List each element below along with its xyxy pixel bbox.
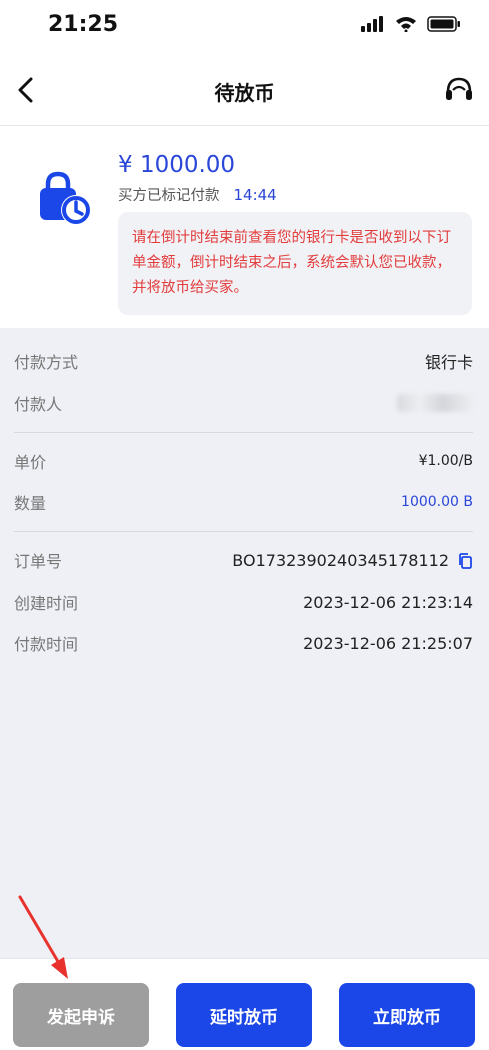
payment-status-line: 买方已标记付款 14:44 (118, 184, 277, 205)
divider (14, 432, 473, 433)
created-time-row: 创建时间 2023-12-06 21:23:14 (14, 587, 473, 617)
order-details: 付款方式 银行卡 付款人 单价 ¥1.00/B 数量 1000.00 B 订单号… (0, 328, 489, 958)
paid-time-row: 付款时间 2023-12-06 21:25:07 (14, 628, 473, 658)
lock-clock-icon (40, 171, 91, 225)
release-notice: 请在倒计时结束前查看您的银行卡是否收到以下订单金额，倒计时结束之后，系统会默认您… (118, 212, 472, 315)
order-id-value: BO1732390240345178112 (232, 550, 449, 570)
order-id-label: 订单号 (14, 552, 63, 571)
quantity-value: 1000.00 B (401, 494, 473, 510)
page-title: 待放币 (214, 81, 275, 105)
created-time-value: 2023-12-06 21:23:14 (303, 592, 473, 612)
appeal-button[interactable]: 发起申诉 (13, 983, 149, 1047)
battery-icon (427, 16, 460, 32)
quantity-row: 数量 1000.00 B (14, 487, 473, 517)
nav-bar: 待放币 (0, 55, 489, 126)
status-bar: 21:25 (0, 0, 489, 55)
payment-method-label: 付款方式 (14, 353, 79, 372)
copy-icon[interactable] (457, 553, 473, 569)
countdown-timer: 14:44 (233, 186, 277, 204)
signal-icon (361, 16, 383, 32)
status-time: 21:25 (48, 12, 119, 37)
action-bar: 发起申诉 延时放币 立即放币 (0, 958, 489, 1050)
order-amount: ¥ 1000.00 (118, 152, 236, 178)
divider (14, 531, 473, 532)
paid-time-label: 付款时间 (14, 635, 79, 654)
created-time-label: 创建时间 (14, 594, 79, 613)
unit-price-row: 单价 ¥1.00/B (14, 446, 473, 476)
customer-service-icon[interactable] (443, 74, 475, 106)
payment-method-row: 付款方式 银行卡 (14, 346, 473, 376)
paid-time-value: 2023-12-06 21:25:07 (303, 633, 473, 653)
payer-name-redacted (397, 394, 473, 412)
order-summary-card: ¥ 1000.00 买方已标记付款 14:44 请在倒计时结束前查看您的银行卡是否… (0, 126, 489, 328)
quantity-label: 数量 (14, 494, 47, 513)
payment-status-text: 买方已标记付款 (118, 188, 220, 204)
order-id-row: 订单号 BO1732390240345178112 (14, 545, 473, 575)
payer-row: 付款人 (14, 388, 473, 418)
wifi-icon (396, 17, 416, 32)
unit-price-value: ¥1.00/B (418, 453, 473, 469)
unit-price-label: 单价 (14, 453, 47, 472)
release-now-button[interactable]: 立即放币 (339, 983, 475, 1047)
delay-release-button[interactable]: 延时放币 (176, 983, 312, 1047)
status-icons (361, 16, 461, 32)
payer-label: 付款人 (14, 395, 63, 414)
order-id-value-wrap: BO1732390240345178112 (232, 551, 473, 570)
payment-method-value: 银行卡 (424, 353, 473, 372)
